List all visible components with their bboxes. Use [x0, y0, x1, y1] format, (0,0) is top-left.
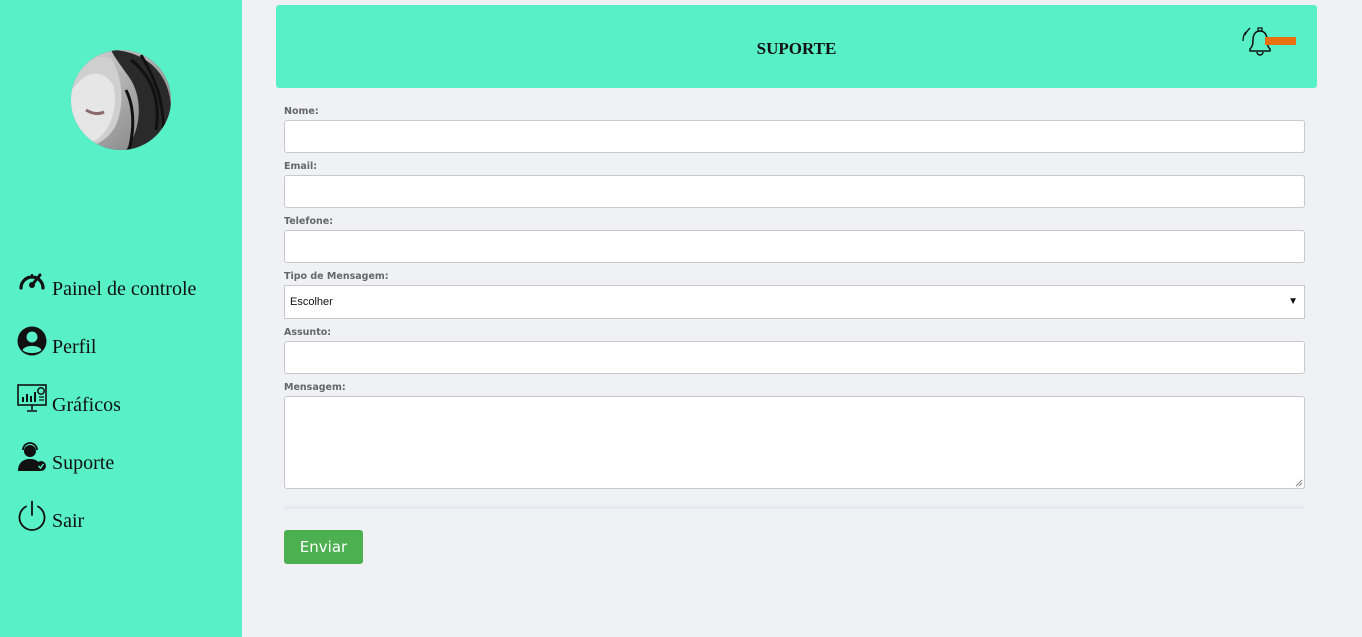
- sidebar-item-painel[interactable]: Painel de controle: [16, 244, 196, 302]
- bell-icon: [1242, 27, 1296, 56]
- sidebar-item-label: Perfil: [52, 336, 97, 358]
- dropdown-arrow-icon: ▼: [1288, 296, 1298, 307]
- page-header: SUPORTE: [276, 5, 1317, 88]
- submit-button[interactable]: Enviar: [284, 530, 363, 564]
- support-form: Nome: Email: Telefone: Tipo de Mensagem:…: [284, 106, 1305, 509]
- name-label: Nome:: [284, 106, 319, 117]
- chart-monitor-icon: [16, 384, 48, 418]
- message-type-selected: Escolher: [290, 296, 333, 308]
- message-label: Mensagem:: [284, 382, 346, 393]
- avatar-photo: [71, 50, 171, 150]
- sidebar-item-label: Sair: [52, 510, 85, 532]
- subject-label: Assunto:: [284, 327, 332, 338]
- speedometer-icon: [16, 268, 48, 302]
- phone-label: Telefone:: [284, 216, 334, 227]
- phone-input[interactable]: [284, 230, 1305, 263]
- power-icon: [16, 500, 48, 534]
- sidebar-item-label: Painel de controle: [52, 278, 197, 300]
- notification-button[interactable]: [1242, 25, 1298, 61]
- support-agent-icon: [16, 442, 48, 476]
- message-type-label: Tipo de Mensagem:: [284, 271, 389, 282]
- sidebar-nav: Painel de controle Perfil Gráficos Supor…: [16, 244, 196, 534]
- subject-input[interactable]: [284, 341, 1305, 374]
- resize-handle-icon[interactable]: [1295, 479, 1303, 487]
- avatar[interactable]: [71, 50, 171, 150]
- email-label: Email:: [284, 161, 318, 172]
- email-input[interactable]: [284, 175, 1305, 208]
- sidebar-item-sair[interactable]: Sair: [16, 476, 196, 534]
- user-circle-icon: [16, 326, 48, 360]
- name-input[interactable]: [284, 120, 1305, 153]
- form-divider: [284, 506, 1305, 509]
- sidebar-item-graficos[interactable]: Gráficos: [16, 360, 196, 418]
- sidebar-item-suporte[interactable]: Suporte: [16, 418, 196, 476]
- sidebar-item-label: Gráficos: [52, 394, 121, 416]
- sidebar: Painel de controle Perfil Gráficos Supor…: [0, 0, 242, 637]
- message-type-select[interactable]: Escolher ▼: [284, 285, 1305, 319]
- sidebar-item-label: Suporte: [52, 452, 115, 474]
- sidebar-item-perfil[interactable]: Perfil: [16, 302, 196, 360]
- message-textarea[interactable]: [284, 396, 1305, 489]
- page-title: SUPORTE: [756, 39, 837, 58]
- notification-badge: [1265, 37, 1296, 45]
